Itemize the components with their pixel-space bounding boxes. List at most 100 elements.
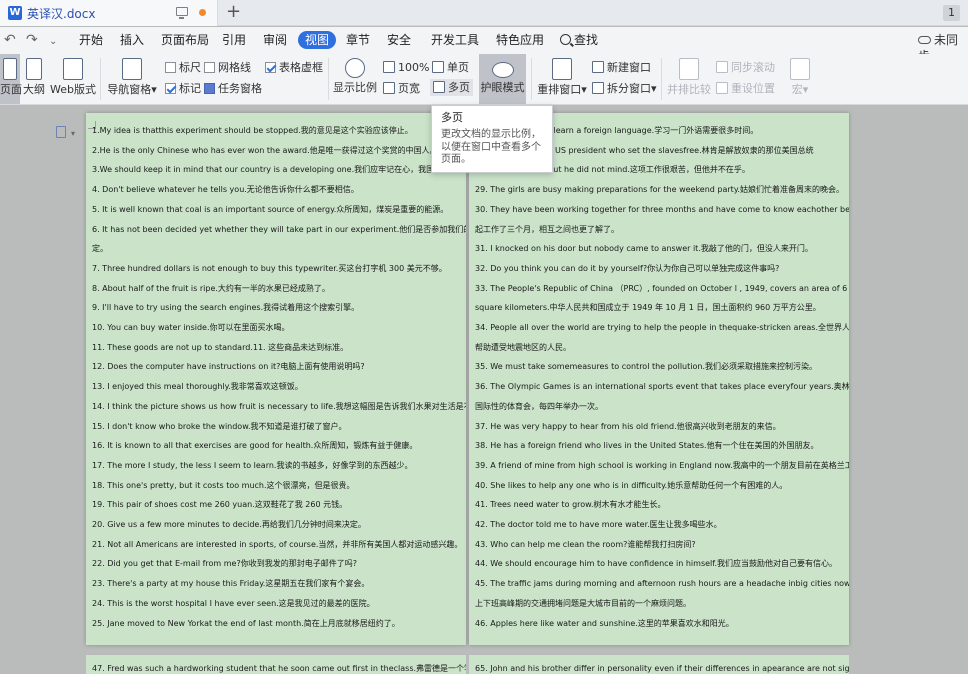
- document-map-icon[interactable]: [56, 126, 66, 138]
- text-line: 7. Three hundred dollars is not enough t…: [92, 263, 447, 273]
- text-line: 定。: [92, 244, 108, 254]
- quick-access-dropdown-icon[interactable]: ⌄: [49, 35, 57, 49]
- gridlines-checkbox-box[interactable]: [204, 62, 215, 73]
- ruler-checkbox-box[interactable]: [165, 62, 176, 73]
- page-width-button[interactable]: 页宽: [383, 82, 420, 95]
- new-tab-button[interactable]: +: [226, 2, 241, 22]
- text-line: 38. He has a foreign friend who lives in…: [475, 441, 819, 451]
- ribbon-separator: [531, 58, 532, 100]
- text-line: 32. Do you think you can do it by yourse…: [475, 263, 780, 273]
- sync-scroll-button[interactable]: 同步滚动: [716, 61, 775, 74]
- split-window-button[interactable]: 拆分窗口▾: [592, 82, 657, 95]
- find-button[interactable]: 查找: [560, 32, 598, 48]
- ribbon-separator: [100, 58, 101, 100]
- chevron-down-icon[interactable]: ▾: [71, 129, 75, 138]
- zoom-100-button[interactable]: 100%: [383, 61, 429, 74]
- window-count-badge[interactable]: 1: [943, 5, 960, 21]
- marks-checkbox[interactable]: 标记: [165, 82, 201, 95]
- monitor-icon[interactable]: [176, 7, 188, 19]
- text-line: 65. John and his brother differ in perso…: [475, 664, 849, 673]
- task-pane-checkbox[interactable]: 任务窗格: [204, 82, 262, 95]
- text-line: 10. You can buy water inside.你可以在里面买水喝。: [92, 323, 290, 332]
- tooltip-title: 多页: [441, 111, 463, 124]
- new-window-icon: [592, 61, 604, 73]
- new-window-button[interactable]: 新建窗口: [592, 61, 651, 74]
- menu-review[interactable]: 审阅: [263, 32, 287, 48]
- nav-pane-icon: [122, 58, 142, 80]
- text-line: 15. I don't know who broke the window.我不…: [92, 421, 347, 431]
- page-view-icon: [3, 58, 17, 80]
- text-line: 43. Who can help me clean the room?谁能帮我打…: [475, 539, 696, 549]
- table-gridlines-checkbox[interactable]: 表格虚框: [265, 61, 323, 74]
- menu-security[interactable]: 安全: [387, 32, 411, 48]
- ruler-checkbox[interactable]: 标尺: [165, 61, 201, 74]
- document-page-4[interactable]: 65. John and his brother differ in perso…: [469, 655, 849, 674]
- text-line: 35. We must take somemeasures to control…: [475, 362, 817, 372]
- menu-start[interactable]: 开始: [79, 32, 103, 48]
- nav-pane-button[interactable]: 导航窗格▾: [106, 54, 158, 104]
- text-line: 41. Trees need water to grow.树木有水才能生长。: [475, 500, 666, 510]
- marks-checkbox-box[interactable]: [165, 83, 176, 94]
- multi-page-tooltip: 多页 更改文档的显示比例，以便在窗口中查看多个页面。: [431, 105, 553, 173]
- menu-special-apps[interactable]: 特色应用: [496, 32, 544, 48]
- web-layout-button[interactable]: Web版式: [50, 54, 96, 104]
- text-line: 31. I knocked on his door but nobody cam…: [475, 244, 813, 254]
- reset-position-button[interactable]: 重设位置: [716, 82, 775, 95]
- menu-section[interactable]: 章节: [346, 32, 370, 48]
- outline-button[interactable]: 大纲: [21, 54, 47, 104]
- table-gridlines-checkbox-box[interactable]: [265, 62, 276, 73]
- text-line: 17. The more I study, the less I seem to…: [92, 460, 413, 470]
- redo-icon[interactable]: ↷: [26, 33, 38, 47]
- text-line: 13. I enjoyed this meal thoroughly.我非常喜欢…: [92, 382, 303, 392]
- text-line: 37. He was very happy to hear from his o…: [475, 421, 781, 431]
- menu-page-layout[interactable]: 页面布局: [161, 32, 209, 48]
- text-line: 47. Fred was such a hardworking student …: [92, 664, 466, 673]
- text-line: 8. About half of the fruit is ripe.大约有一半…: [92, 283, 330, 293]
- multi-page-button[interactable]: 多页: [430, 79, 473, 96]
- single-page-button[interactable]: 单页: [432, 61, 469, 74]
- gridlines-checkbox[interactable]: 网格线: [204, 61, 251, 74]
- text-line: 14. I think the picture shows us how fru…: [92, 401, 466, 411]
- text-line: 2.He is the only Chinese who has ever wo…: [92, 145, 438, 155]
- tooltip-description: 更改文档的显示比例，以便在窗口中查看多个页面。: [441, 129, 541, 165]
- menu-references[interactable]: 引用: [222, 32, 246, 48]
- task-pane-icon[interactable]: [204, 83, 215, 94]
- text-line: 11. These goods are not up to standard.1…: [92, 342, 349, 352]
- document-page-1[interactable]: 1.My idea is thatthis experiment should …: [86, 113, 466, 645]
- document-page-2[interactable]: 26. It takes time to learn a foreign lan…: [469, 113, 849, 645]
- text-line: square kilometers.中华人民共和国成立于 1949 年 10 月…: [475, 303, 821, 313]
- text-line: 4. Don't believe whatever he tells you.无…: [92, 185, 359, 195]
- menu-developer[interactable]: 开发工具: [431, 32, 479, 48]
- undo-icon[interactable]: ↶: [4, 33, 16, 47]
- macro-button[interactable]: 宏▾: [786, 54, 814, 104]
- zoom-100-icon: [383, 61, 395, 73]
- side-by-side-button[interactable]: 并排比较: [666, 54, 712, 104]
- menu-view[interactable]: 视图: [298, 31, 337, 49]
- text-line: 44. We should encourage him to have conf…: [475, 559, 838, 569]
- text-line: 22. Did you get that E-mail from me?你收到我…: [92, 559, 357, 569]
- text-line: 上下班高峰期的交通拥堵问题是大城市目前的一个麻烦问题。: [475, 598, 691, 608]
- text-line: 5. It is well known that coal is an impo…: [92, 204, 449, 214]
- text-line: 3.We should keep it in mind that our cou…: [92, 165, 466, 175]
- text-line: 21. Not all Americans are interested in …: [92, 539, 463, 549]
- document-tab[interactable]: W 英译汉.docx: [0, 0, 218, 26]
- eye-icon: [491, 62, 514, 78]
- document-title: 英译汉.docx: [27, 7, 96, 21]
- rearrange-windows-button[interactable]: 重排窗口▾: [536, 54, 588, 104]
- document-page-3[interactable]: 47. Fred was such a hardworking student …: [86, 655, 466, 674]
- page-view-button[interactable]: 页面: [0, 54, 22, 104]
- search-icon: [560, 34, 571, 45]
- reset-position-icon: [716, 82, 728, 94]
- text-line: 46. Apples here like water and sunshine.…: [475, 618, 734, 628]
- eye-protect-button[interactable]: 护眼模式: [479, 54, 526, 104]
- text-line: 18. This one's pretty, but it costs too …: [92, 480, 355, 490]
- text-line: 国际性的体育会，每四年举办一次。: [475, 401, 603, 411]
- text-line: 帮助遭受地震地区的人民。: [475, 342, 571, 352]
- menu-insert[interactable]: 插入: [120, 32, 144, 48]
- zoom-button[interactable]: 显示比例: [333, 54, 377, 104]
- text-line: 34. People all over the world are trying…: [475, 323, 849, 332]
- text-line: 9. I'll have to try using the search eng…: [92, 303, 360, 313]
- text-line: 23. There's a party at my house this Fri…: [92, 579, 370, 589]
- text-line: 6. It has not been decided yet whether t…: [92, 224, 466, 234]
- side-by-side-icon: [679, 58, 699, 80]
